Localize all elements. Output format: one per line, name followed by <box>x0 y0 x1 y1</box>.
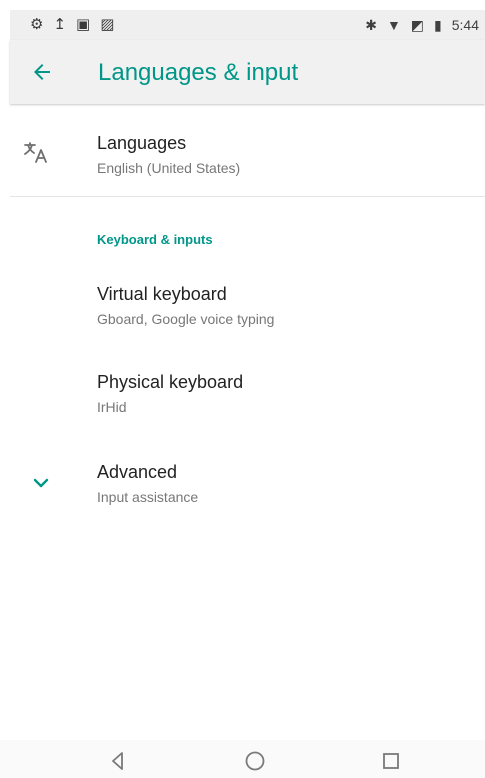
physical-keyboard-subtitle: IrHid <box>97 399 127 415</box>
image-icon: ▨ <box>100 16 115 33</box>
advanced-subtitle: Input assistance <box>97 489 199 505</box>
virtual-keyboard-setting[interactable]: Virtual keyboard Gboard, Google voice ty… <box>10 276 485 348</box>
settings-icon: ⚙ <box>30 16 44 33</box>
notification-icon: ▣ <box>76 16 91 33</box>
advanced-title: Advanced <box>97 462 178 482</box>
section-divider <box>10 196 485 197</box>
languages-setting[interactable]: Languages English (United States) <box>10 112 485 196</box>
physical-keyboard-setting[interactable]: Physical keyboard IrHid <box>10 364 485 436</box>
physical-keyboard-title: Physical keyboard <box>97 372 244 392</box>
page-title: Languages & input <box>98 59 299 86</box>
translate-icon <box>24 142 47 163</box>
status-time: 5:44 <box>451 17 479 33</box>
virtual-keyboard-title: Virtual keyboard <box>97 284 227 304</box>
wifi-icon: ▼ <box>386 17 401 33</box>
status-left-icons: ⚙ ↥ ▣ ▨ <box>30 16 114 34</box>
advanced-setting[interactable]: Advanced Input assistance <box>10 454 485 526</box>
keyboard-section-heading: Keyboard & inputs <box>97 232 213 247</box>
navigation-bar <box>0 740 485 778</box>
virtual-keyboard-subtitle: Gboard, Google voice typing <box>97 311 275 327</box>
status-right-icons: ✱ ▼ ◩ ▮ 5:44 <box>365 16 479 34</box>
languages-title: Languages <box>97 133 187 153</box>
upload-icon: ↥ <box>53 16 67 33</box>
arrow-left-icon[interactable] <box>30 60 54 84</box>
no-sim-icon: ◩ <box>410 17 425 33</box>
languages-subtitle: English (United States) <box>97 160 241 176</box>
app-bar: Languages & input <box>10 40 485 104</box>
chevron-down-icon <box>33 478 49 488</box>
battery-icon: ▮ <box>434 17 442 33</box>
recents-square-icon[interactable] <box>378 748 404 774</box>
status-bar: ⚙ ↥ ▣ ▨ ✱ ▼ ◩ ▮ 5:44 <box>10 10 485 40</box>
home-circle-icon[interactable] <box>242 748 268 774</box>
bluetooth-icon: ✱ <box>365 17 377 33</box>
back-triangle-icon[interactable] <box>105 748 131 774</box>
